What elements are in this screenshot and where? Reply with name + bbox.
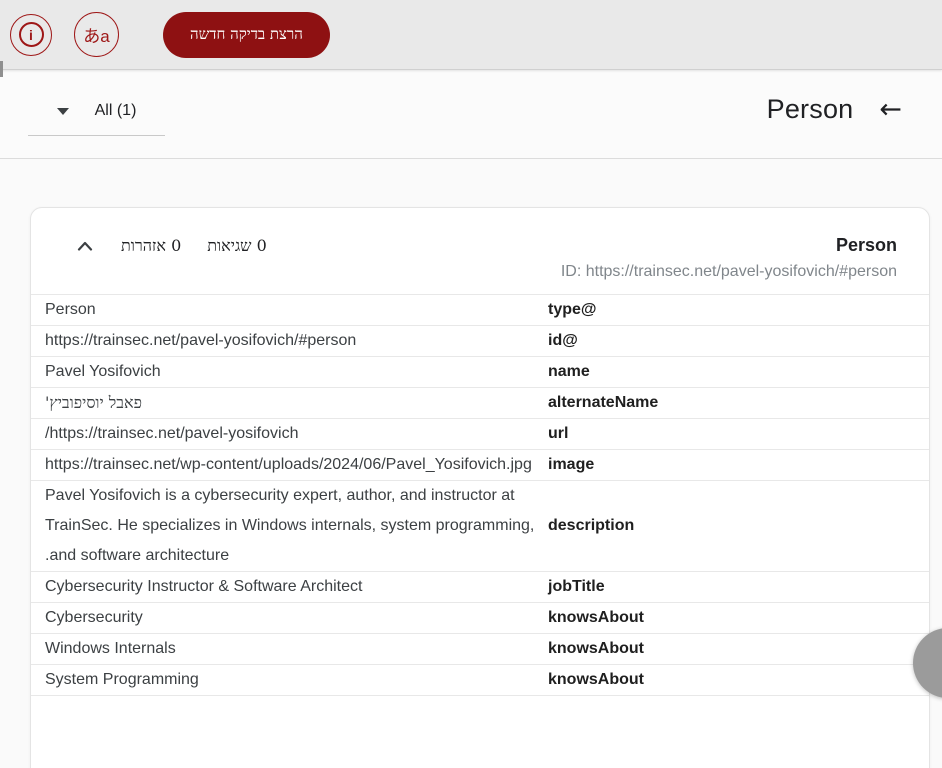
property-value: Person bbox=[45, 301, 96, 318]
property-key: knowsAbout bbox=[548, 609, 644, 626]
property-value: פאבל יוסיפוביץ' bbox=[45, 393, 142, 412]
property-value: Cybersecurity Instructor & Software Arch… bbox=[45, 578, 363, 595]
run-new-test-button[interactable]: הרצת בדיקה חדשה bbox=[163, 11, 330, 58]
table-row: jobTitle Cybersecurity Instructor & Soft… bbox=[31, 572, 929, 603]
table-row: @type Person bbox=[31, 295, 929, 326]
property-value: https://trainsec.net/pavel-yosifovich/#p… bbox=[45, 332, 357, 349]
property-value: Cybersecurity bbox=[45, 609, 143, 626]
entity-title: Person bbox=[835, 235, 897, 255]
table-row: url https://trainsec.net/pavel-yosifovic… bbox=[31, 419, 929, 450]
property-value: https://trainsec.net/wp-content/uploads/… bbox=[45, 456, 532, 473]
errors-count: 0 שגיאות bbox=[207, 235, 267, 255]
property-value: System Programming bbox=[45, 671, 199, 688]
chevron-down-icon bbox=[56, 107, 69, 115]
property-key: knowsAbout bbox=[548, 671, 644, 688]
info-button[interactable]: i bbox=[10, 13, 52, 56]
language-button[interactable]: あa bbox=[74, 12, 119, 57]
property-value: Windows Internals bbox=[45, 640, 176, 657]
property-key: description bbox=[548, 517, 635, 534]
entity-id: ID: https://trainsec.net/pavel-yosifovic… bbox=[560, 263, 897, 280]
property-key: alternateName bbox=[548, 394, 659, 411]
property-key: knowsAbout bbox=[548, 640, 644, 657]
results-filter-dropdown[interactable]: All (1) bbox=[28, 102, 165, 136]
property-key: image bbox=[548, 456, 595, 473]
result-card: Person 0 שגיאות 0 אזהרות ID: https://tra… bbox=[30, 207, 930, 768]
table-row: knowsAbout Cybersecurity bbox=[31, 603, 929, 634]
topbar: i あa הרצת בדיקה חדשה bbox=[0, 0, 942, 70]
table-row: knowsAbout System Programming bbox=[31, 665, 929, 696]
results-subheader: All (1) Person ← bbox=[0, 70, 942, 159]
property-value: Pavel Yosifovich bbox=[45, 363, 161, 380]
property-key: @id bbox=[548, 332, 578, 349]
language-icon: あa bbox=[83, 27, 110, 46]
filter-label: All (1) bbox=[94, 102, 137, 119]
card-header: Person 0 שגיאות 0 אזהרות bbox=[31, 208, 929, 256]
scrollbar-thumb[interactable] bbox=[0, 61, 3, 77]
property-value: Pavel Yosifovich is a cybersecurity expe… bbox=[45, 487, 535, 564]
warnings-count: 0 אזהרות bbox=[121, 235, 182, 255]
table-row: @id https://trainsec.net/pavel-yosifovic… bbox=[31, 326, 929, 357]
properties-table: @type Person @id https://trainsec.net/pa… bbox=[31, 294, 929, 708]
table-row: knowsAbout Windows Internals bbox=[31, 634, 929, 665]
table-row: alternateName פאבל יוסיפוביץ' bbox=[31, 388, 929, 419]
property-key: @type bbox=[548, 301, 597, 318]
property-key: url bbox=[548, 425, 569, 442]
page-heading: Person ← bbox=[767, 94, 902, 125]
chevron-up-icon bbox=[77, 241, 93, 251]
table-row: description Pavel Yosifovich is a cybers… bbox=[31, 481, 929, 572]
property-value: https://trainsec.net/pavel-yosifovich/ bbox=[45, 425, 299, 442]
property-key: name bbox=[548, 363, 590, 380]
back-button[interactable]: ← bbox=[879, 96, 902, 123]
property-key: jobTitle bbox=[548, 578, 605, 595]
page-title: Person bbox=[766, 94, 854, 124]
collapse-button[interactable] bbox=[75, 239, 95, 253]
table-row: image https://trainsec.net/wp-content/up… bbox=[31, 450, 929, 481]
table-row-partial bbox=[31, 696, 929, 708]
validation-stats: 0 שגיאות 0 אזהרות bbox=[75, 236, 267, 256]
table-row: name Pavel Yosifovich bbox=[31, 357, 929, 388]
info-icon: i bbox=[18, 22, 44, 47]
